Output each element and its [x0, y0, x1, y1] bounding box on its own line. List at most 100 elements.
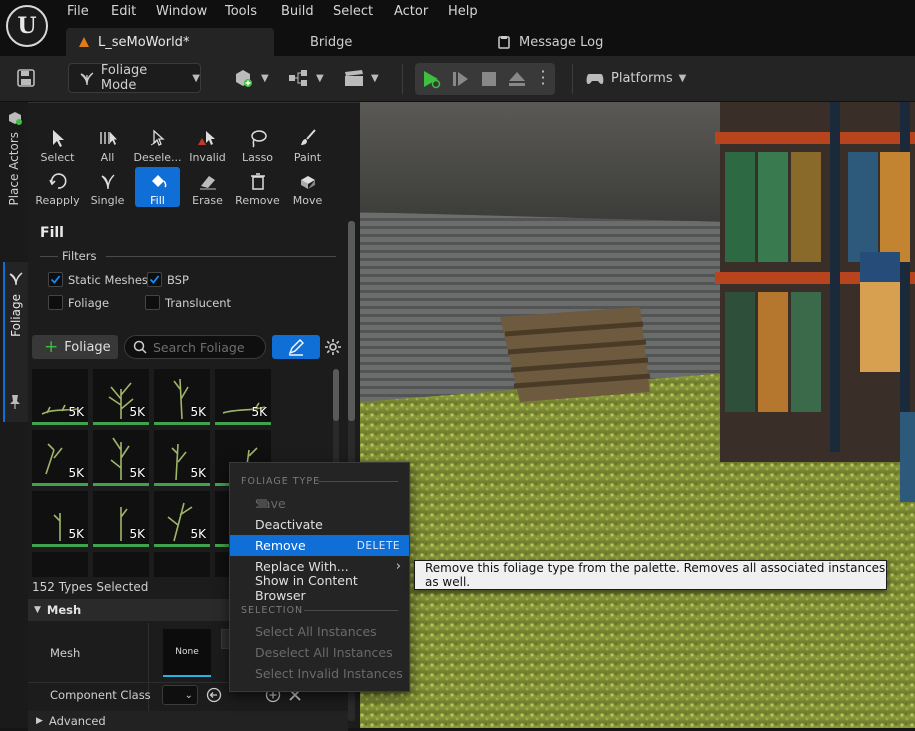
stop-icon[interactable]: [481, 71, 497, 87]
platforms-dropdown[interactable]: Platforms ▼: [585, 63, 686, 93]
tab-level[interactable]: L_seMoWorld*: [66, 28, 274, 56]
single-icon: [101, 174, 114, 190]
instance-count: 5K: [129, 466, 145, 480]
add-foliage-button[interactable]: + Foliage: [32, 335, 118, 359]
paint-filter-toggle[interactable]: [272, 335, 320, 359]
tool-paint[interactable]: Paint: [285, 124, 330, 164]
foliage-type-thumbnail[interactable]: 5K: [93, 430, 149, 486]
menu-file[interactable]: File: [67, 4, 89, 20]
tool-lasso[interactable]: Lasso: [235, 124, 280, 164]
tool-erase[interactable]: Erase: [185, 167, 230, 207]
place-actors-icon: [7, 110, 23, 126]
mesh-thumbnail[interactable]: None: [163, 629, 211, 677]
select-all-label: Select All Instances: [255, 624, 377, 639]
eject-icon[interactable]: [507, 70, 527, 88]
save-icon[interactable]: [16, 68, 36, 88]
foliage-filter-label: Foliage: [68, 295, 110, 310]
tool-move[interactable]: Move: [285, 167, 330, 207]
remove-menu-item[interactable]: Remove DELETE: [230, 535, 409, 556]
instance-count: 5K: [190, 466, 206, 480]
foliage-type-thumbnail[interactable]: [32, 552, 88, 577]
foliage-type-thumbnail[interactable]: 5K: [215, 369, 271, 425]
instance-count: 5K: [129, 527, 145, 541]
foliage-type-thumbnail[interactable]: 5K: [93, 491, 149, 547]
pencil-icon: [288, 339, 304, 356]
tool-label: Remove: [235, 194, 280, 207]
select-all-icon: [99, 132, 117, 145]
select-invalid-instances-menu-item[interactable]: Select Invalid Instances: [230, 663, 409, 684]
static-meshes-checkbox[interactable]: [48, 272, 63, 287]
tool-reapply[interactable]: Reapply: [35, 167, 80, 207]
foliage-type-thumbnail[interactable]: 5K: [32, 430, 88, 486]
foliage-tab-icon: [8, 270, 24, 286]
add-actor-button[interactable]: ▼: [233, 63, 269, 93]
chevron-down-icon: ▼: [192, 72, 200, 84]
select-all-instances-menu-item[interactable]: Select All Instances: [230, 621, 409, 642]
filter-bsp[interactable]: BSP: [147, 272, 189, 287]
show-in-content-browser-label: Show in Content Browser: [255, 572, 358, 603]
menu-build[interactable]: Build: [281, 4, 314, 20]
foliage-type-context-menu: FOLIAGE TYPE Save Deactivate Remove DELE…: [229, 462, 410, 692]
translucent-checkbox[interactable]: [145, 295, 160, 310]
tool-label: Invalid: [189, 151, 226, 164]
menu-window[interactable]: Window: [156, 4, 207, 20]
more-options-icon[interactable]: · · ·: [539, 64, 547, 92]
chevron-right-icon: ▶: [36, 716, 43, 726]
place-actors-tab[interactable]: Place Actors: [7, 132, 21, 206]
tool-single[interactable]: Single: [85, 167, 130, 207]
bsp-label: BSP: [167, 272, 189, 287]
tool-label: Paint: [293, 151, 322, 164]
settings-gear-icon[interactable]: [324, 338, 342, 356]
show-in-content-browser-menu-item[interactable]: Show in Content Browser: [230, 573, 409, 603]
foliage-type-thumbnail[interactable]: [154, 552, 210, 577]
trash-icon: [250, 173, 265, 190]
eraser-icon: [199, 176, 216, 190]
foliage-type-thumbnail[interactable]: 5K: [154, 491, 210, 547]
cinematics-button[interactable]: ▼: [343, 63, 379, 93]
tool-label: Move: [292, 194, 323, 207]
tool-invalid[interactable]: Invalid: [185, 124, 230, 164]
component-class-dropdown[interactable]: ⌄: [162, 685, 198, 705]
foliage-type-thumbnail[interactable]: 5K: [154, 369, 210, 425]
tab-bridge[interactable]: Bridge: [310, 28, 352, 56]
tool-select[interactable]: Select: [35, 124, 80, 164]
chevron-down-icon: ⌄: [184, 689, 193, 701]
foliage-checkbox[interactable]: [48, 295, 63, 310]
foliage-type-thumbnail[interactable]: 5K: [154, 430, 210, 486]
level-viewport[interactable]: [360, 102, 915, 728]
tool-desele[interactable]: Desele...: [133, 124, 182, 164]
foliage-type-thumbnail[interactable]: [93, 552, 149, 577]
advanced-section-header[interactable]: ▶ Advanced: [28, 711, 348, 731]
blueprint-button[interactable]: ▼: [288, 63, 324, 93]
unreal-logo-icon[interactable]: U: [6, 5, 48, 47]
menu-select[interactable]: Select: [333, 4, 373, 20]
deactivate-menu-item[interactable]: Deactivate: [230, 514, 409, 535]
pin-icon[interactable]: [9, 394, 21, 410]
bsp-checkbox[interactable]: [147, 272, 162, 287]
menu-edit[interactable]: Edit: [111, 4, 136, 20]
filter-static-meshes[interactable]: Static Meshes: [48, 272, 148, 287]
filter-foliage[interactable]: Foliage: [48, 295, 109, 310]
tool-all[interactable]: All: [85, 124, 130, 164]
menu-help[interactable]: Help: [448, 4, 478, 20]
foliage-type-thumbnail[interactable]: 5K: [32, 369, 88, 425]
foliage-type-thumbnail[interactable]: 5K: [32, 491, 88, 547]
reset-arrow-icon[interactable]: [206, 687, 222, 703]
menu-tools[interactable]: Tools: [225, 4, 257, 20]
search-foliage-input[interactable]: Search Foliage: [124, 335, 266, 359]
filter-translucent[interactable]: Translucent: [145, 295, 231, 310]
foliage-mode-dropdown[interactable]: Foliage Mode ▼: [68, 63, 201, 93]
invalid-icon: [197, 131, 215, 145]
tab-level-label: L_seMoWorld*: [98, 34, 190, 50]
tab-message-log[interactable]: Message Log: [497, 28, 603, 56]
skip-forward-icon[interactable]: [451, 70, 471, 88]
deselect-all-instances-menu-item[interactable]: Deselect All Instances: [230, 642, 409, 663]
tool-remove[interactable]: Remove: [235, 167, 280, 207]
menu-actor[interactable]: Actor: [394, 4, 428, 20]
tool-fill[interactable]: Fill: [135, 167, 180, 207]
reapply-icon: [48, 173, 66, 189]
mesh-section-label: Mesh: [46, 603, 82, 617]
play-icon[interactable]: [421, 69, 443, 89]
foliage-type-thumbnail[interactable]: 5K: [93, 369, 149, 425]
side-tab-strip: Place Actors Foliage: [0, 102, 28, 728]
